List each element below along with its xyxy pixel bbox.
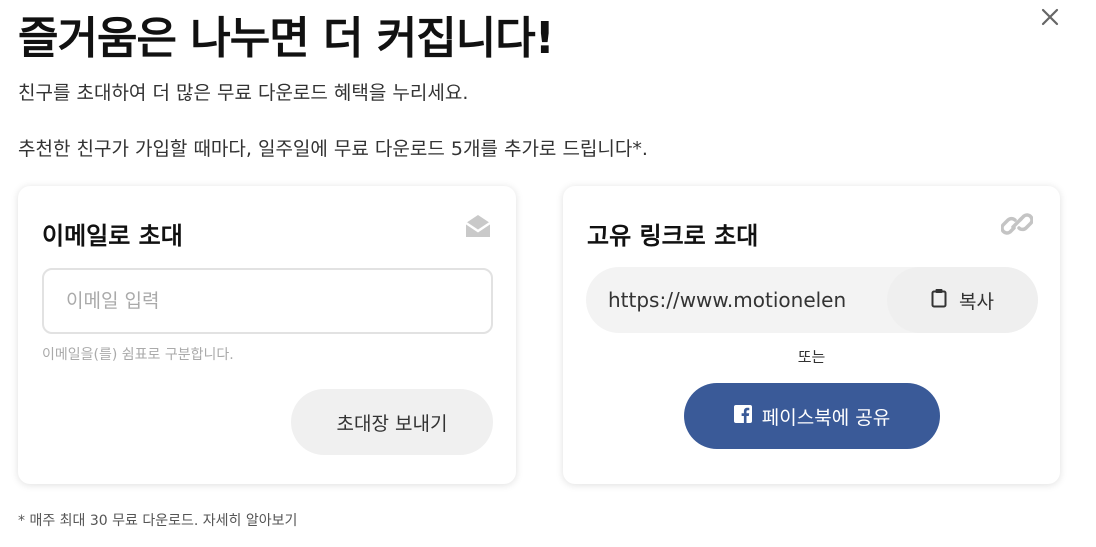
clipboard-icon <box>931 288 947 313</box>
page-title: 즐거움은 나누면 더 커집니다! <box>18 13 555 64</box>
footnote[interactable]: * 매주 최대 30 무료 다운로드. 자세히 알아보기 <box>18 510 297 530</box>
link-card-title: 고유 링크로 초대 <box>587 222 759 250</box>
email-card-title: 이메일로 초대 <box>42 222 183 250</box>
subtitle: 친구를 초대하여 더 많은 무료 다운로드 혜택을 누리세요. <box>18 82 469 104</box>
email-invite-card: 이메일로 초대 이메일을(를) 쉼표로 구분합니다. 초대장 보내기 <box>18 186 516 484</box>
email-input[interactable] <box>42 268 493 334</box>
close-icon[interactable] <box>1037 4 1063 30</box>
or-label: 또는 <box>797 348 826 366</box>
link-invite-card: 고유 링크로 초대 https://www.motionelen 복사 또는 페… <box>563 186 1060 484</box>
copy-button[interactable]: 복사 <box>887 267 1038 333</box>
facebook-share-label: 페이스북에 공유 <box>761 406 891 429</box>
envelope-icon <box>462 210 494 242</box>
referral-link-value[interactable]: https://www.motionelen <box>608 267 888 333</box>
copy-label: 복사 <box>959 290 994 313</box>
link-icon <box>1001 208 1033 240</box>
facebook-share-button[interactable]: 페이스북에 공유 <box>684 383 940 449</box>
link-field[interactable]: https://www.motionelen 복사 <box>586 267 1038 333</box>
email-hint: 이메일을(를) 쉼표로 구분합니다. <box>42 347 234 363</box>
description: 추천한 친구가 가입할 때마다, 일주일에 무료 다운로드 5개를 추가로 드립… <box>18 138 648 160</box>
send-invite-button[interactable]: 초대장 보내기 <box>291 389 493 455</box>
facebook-icon <box>733 404 752 428</box>
